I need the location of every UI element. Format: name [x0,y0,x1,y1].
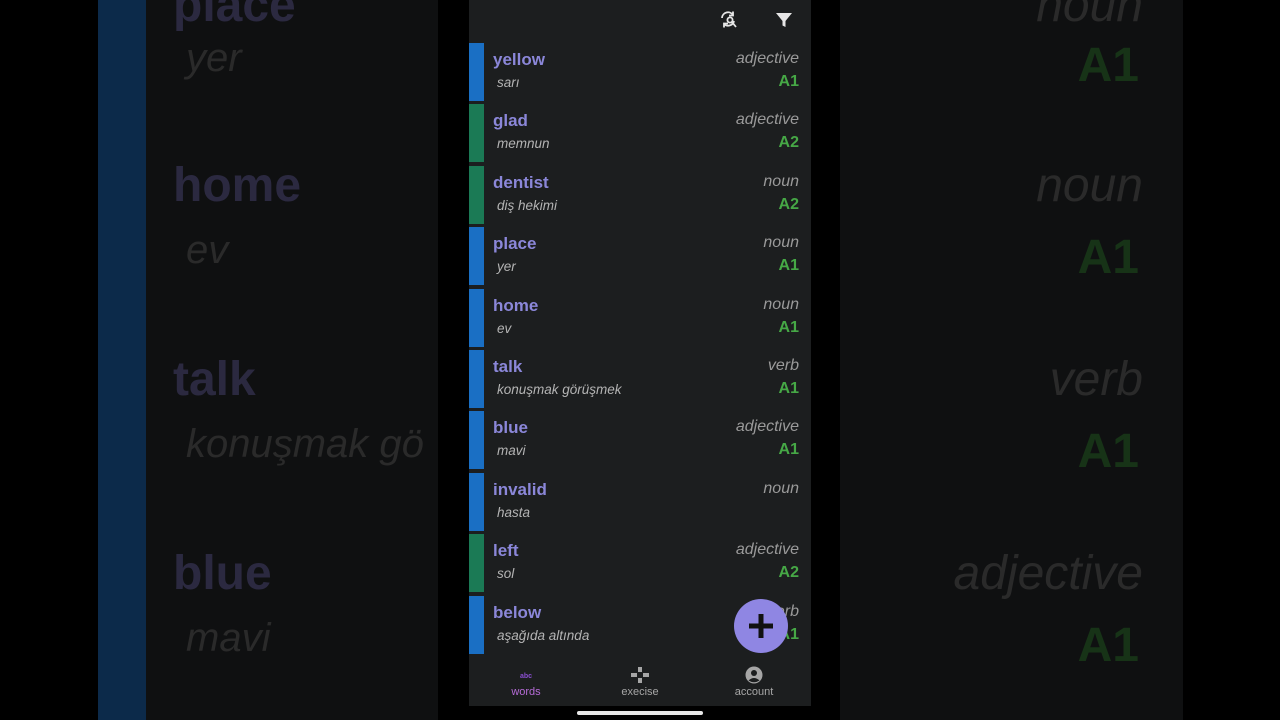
account-circle-icon [745,666,763,684]
word-text: place [493,234,537,254]
background-word: place [173,0,296,32]
word-row[interactable]: blue mavi adjective A1 [469,411,811,472]
level-strip [469,104,484,163]
word-text: left [493,541,519,561]
word-text: yellow [493,50,545,69]
level-badge: A1 [778,257,799,275]
background-left: place yer home ev talk konuşmak gö blue … [98,0,438,720]
background-type: noun [1036,159,1143,212]
level-strip [469,411,484,470]
background-type: noun [1036,0,1143,32]
level-strip [469,595,484,654]
plus-icon [749,614,773,638]
level-badge: A1 [778,73,799,90]
add-word-button[interactable] [734,599,788,653]
translation-text: sol [497,566,515,582]
word-row[interactable]: left sol adjective A2 [469,534,811,595]
level-strip [469,349,484,408]
background-translation: ev [186,228,229,272]
abc-icon: abc [520,673,532,680]
level-badge: A2 [778,564,799,582]
background-level: A1 [1077,619,1139,672]
word-text: home [493,295,539,315]
sync-search-icon[interactable] [719,10,739,30]
level-strip [469,472,484,531]
level-strip [469,534,484,593]
background-level: A1 [1077,39,1139,92]
word-type-text: noun [763,295,799,313]
translation-text: konuşmak görüşmek [497,381,622,397]
level-strip [469,227,484,286]
background-level: A1 [1077,425,1139,478]
word-row[interactable]: yellow sarı adjective A1 [469,43,811,104]
word-row[interactable]: place yer noun A1 [469,227,811,288]
top-bar [469,0,811,42]
word-text: below [493,602,542,622]
background-translation: yer [186,36,242,80]
level-badge: A2 [778,134,799,152]
word-type-text: adjective [735,111,799,129]
background-translation: mavi [186,616,271,660]
word-text: talk [493,356,523,376]
filter-icon[interactable] [774,10,794,30]
word-text: dentist [493,172,549,192]
level-badge: A1 [778,441,799,459]
translation-text: sarı [497,75,520,90]
word-type-text: verb [767,356,799,374]
translation-text: ev [497,320,512,336]
word-row[interactable]: home ev noun A1 [469,288,811,350]
nav-words-label: words [511,686,541,698]
nav-words[interactable]: abc words [486,666,566,698]
level-strip [469,165,484,224]
word-type-text: noun [763,479,799,497]
level-strip [469,288,484,347]
word-row[interactable]: talk konuşmak görüşmek verb A1 [469,349,811,411]
word-list: yellow sarı adjective A1 glad memnun adjective… [469,43,811,657]
level-badge: A2 [778,195,799,213]
background-strip [98,0,146,720]
nav-exercise-label: execise [621,686,659,698]
background-right: noun A1 noun A1 verb A1 adjective A1 [840,0,1183,720]
word-type-text: adjective [735,418,799,436]
background-level: A1 [1077,231,1139,284]
word-type-text: adjective [735,541,799,559]
word-type-text: adjective [735,50,799,67]
translation-text: diş hekimi [497,197,558,213]
translation-text: mavi [497,443,526,459]
nav-exercise[interactable]: execise [600,666,680,698]
word-type-text: noun [763,172,799,190]
nav-account-label: account [734,686,774,698]
background-translation: konuşmak gö [186,422,424,466]
background-word: home [173,159,302,212]
bottom-navigation: abc words execise account [469,658,811,706]
word-row[interactable]: dentist diş hekimi noun A2 [469,165,811,227]
background-type: adjective [953,547,1143,600]
level-badge: A1 [778,318,799,336]
word-text: invalid [493,479,547,499]
background-word: blue [173,547,272,600]
gamepad-icon [631,667,649,683]
translation-text: yer [497,259,516,275]
level-badge: A1 [778,379,799,397]
translation-text: hasta [497,504,531,520]
background-type: verb [1049,353,1143,406]
word-type-text: noun [763,234,799,252]
background-word: talk [173,353,256,406]
svg-text:abc: abc [520,673,532,680]
translation-text: memnun [497,136,550,152]
nav-account[interactable]: account [714,666,794,698]
home-indicator[interactable] [577,711,703,715]
word-row[interactable]: glad memnun adjective A2 [469,104,811,165]
word-text: glad [493,111,528,131]
word-row[interactable]: invalid hasta noun [469,472,811,534]
level-strip [469,43,484,101]
word-text: blue [493,418,528,438]
translation-text: aşağıda altında [497,627,590,643]
phone-screen: yellow sarı adjective A1 glad memnun adjective… [469,0,811,706]
